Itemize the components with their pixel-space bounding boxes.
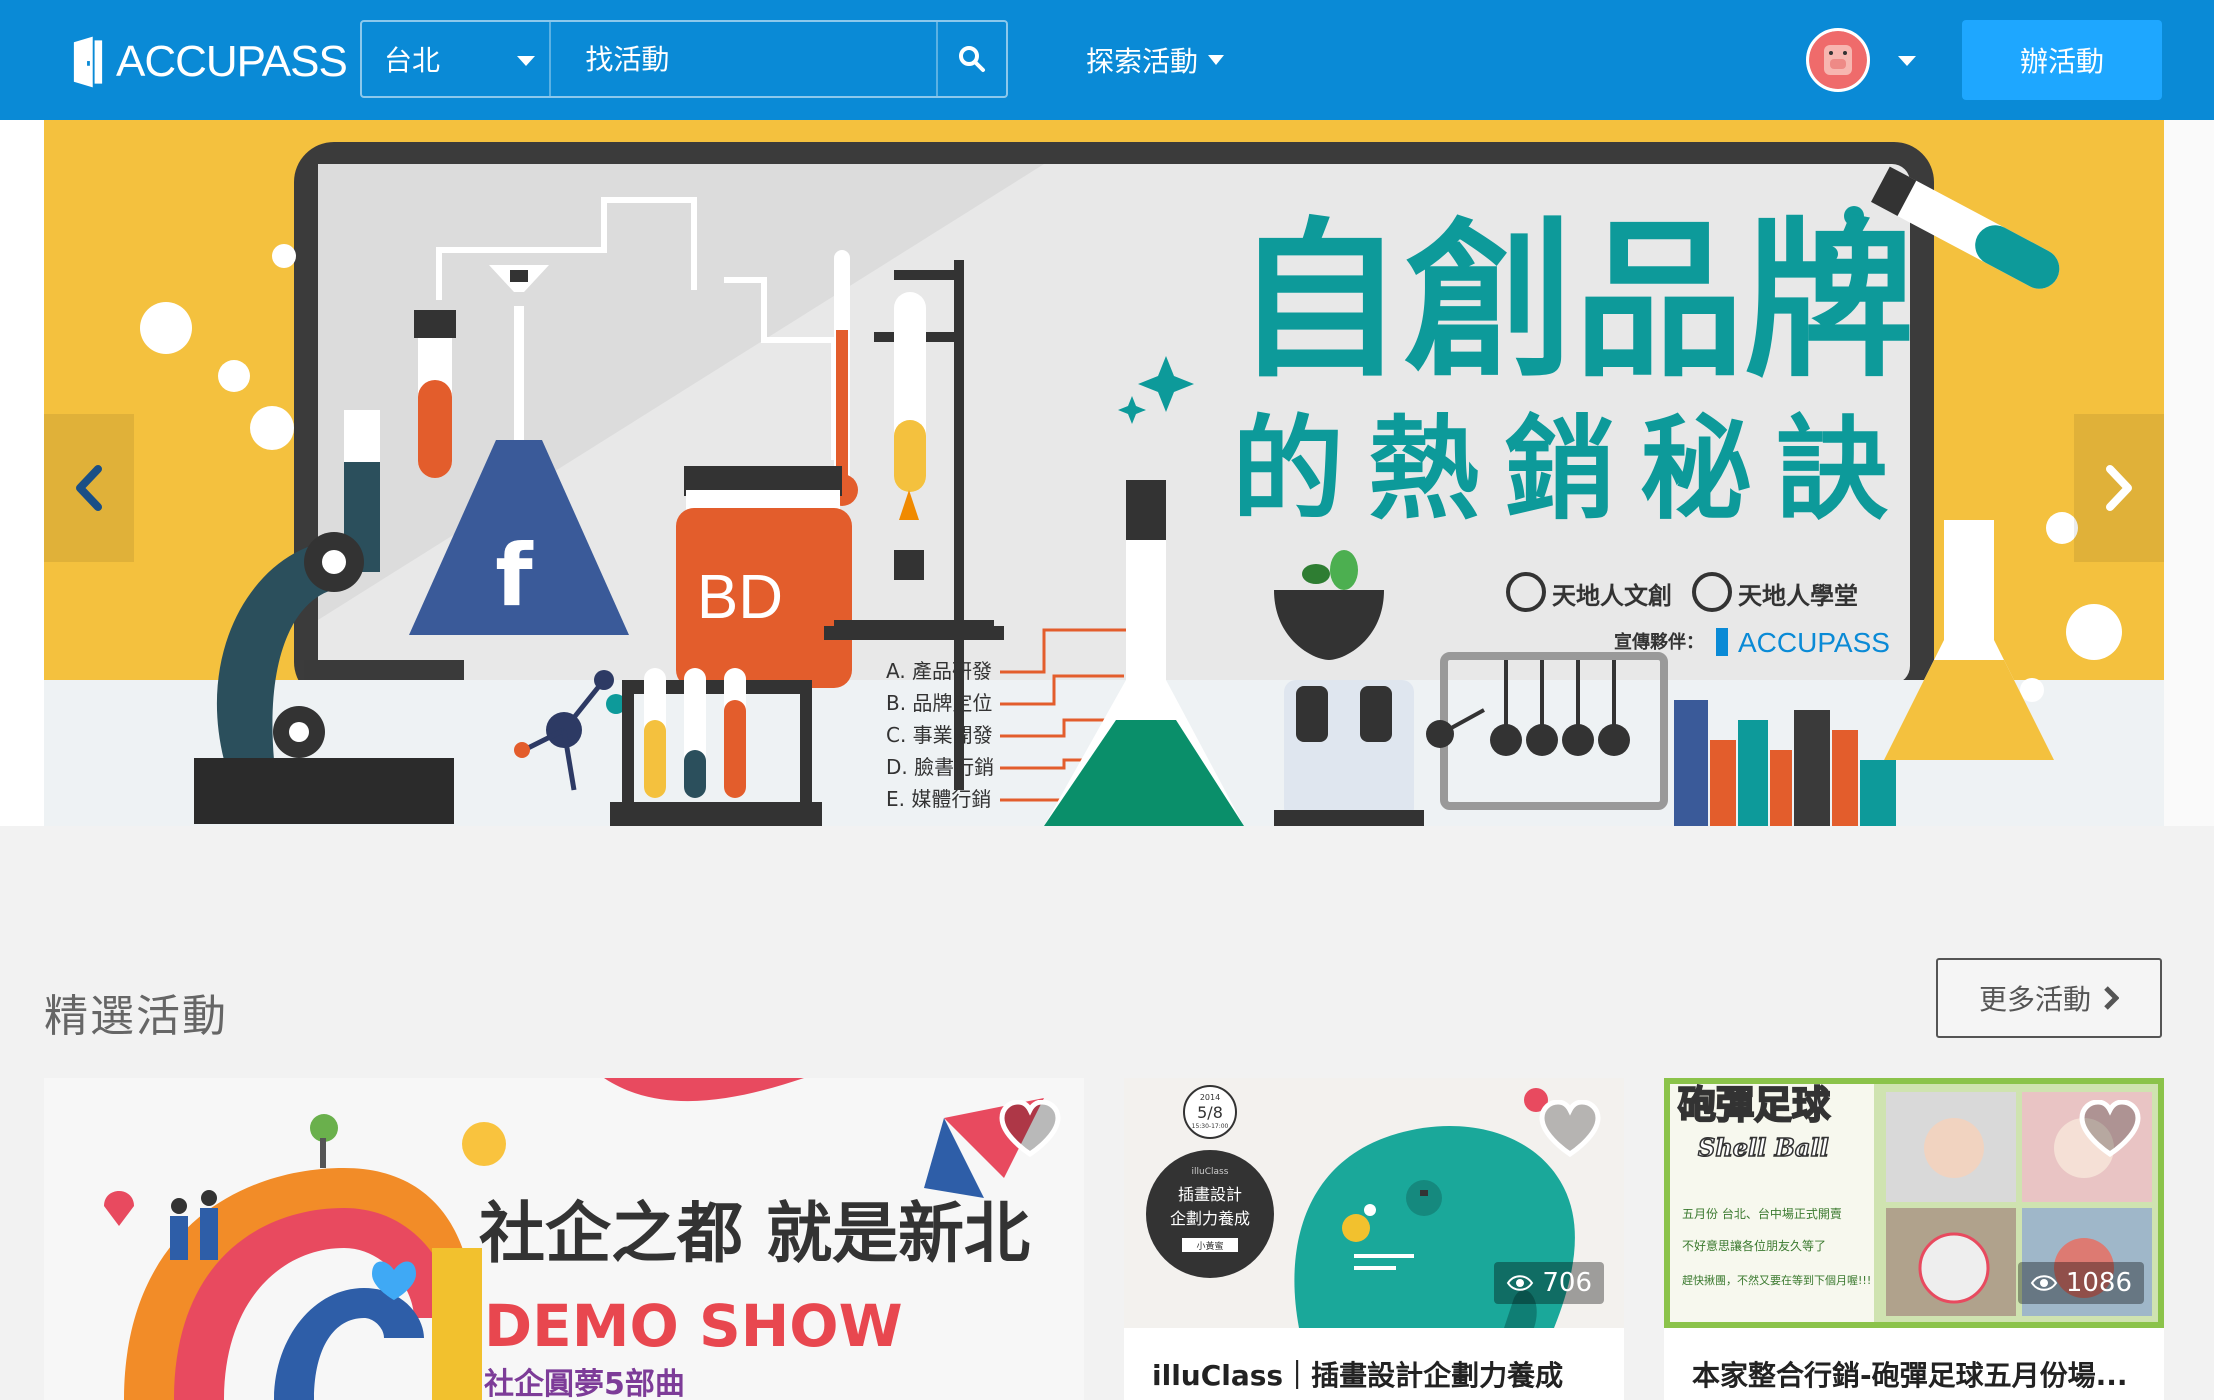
- accupass-logo[interactable]: ACCUPASS: [72, 34, 348, 90]
- checklist-item: C. 事業開發: [886, 723, 993, 747]
- user-avatar[interactable]: [1806, 28, 1870, 92]
- card-image-caption: 社企圓夢5部曲: [484, 1367, 685, 1400]
- favorite-heart-icon[interactable]: [2078, 1100, 2142, 1160]
- card-image-headline: 社企之都 就是新北: [479, 1195, 1030, 1272]
- card-image-title: 砲彈足球: [1678, 1083, 1831, 1127]
- event-card[interactable]: 砲彈足球 Shell Ball 五月份 台北、台中場正式開賣 不好意思讓各位朋友…: [1664, 1078, 2164, 1400]
- card-image-text: 小黃蜜: [1196, 1240, 1223, 1252]
- checklist-item: B. 品牌定位: [886, 691, 992, 715]
- checklist-item: E. 媒體行銷: [886, 787, 991, 811]
- partner-label: 宣傳夥伴：: [1614, 631, 1704, 653]
- eye-icon: [1507, 1275, 1534, 1291]
- search-button[interactable]: [936, 22, 1006, 96]
- favorite-heart-icon[interactable]: [998, 1100, 1062, 1160]
- banner-prev-slide-peek: [0, 120, 44, 826]
- search-input[interactable]: [551, 22, 937, 96]
- card-image-time: 15:30-17:00: [1192, 1123, 1229, 1130]
- checklist-item: A. 產品研發: [886, 659, 992, 683]
- more-events-button[interactable]: 更多活動: [1936, 958, 2162, 1038]
- chevron-right-icon: [2106, 465, 2132, 511]
- explore-menu[interactable]: 探索活動: [1086, 40, 1225, 80]
- checklist-item: D. 臉書行銷: [886, 755, 994, 779]
- banner-headline-line1: 自創品牌: [1234, 203, 1914, 401]
- card-image-text: 企劃力養成: [1170, 1209, 1250, 1228]
- user-menu-chevron-icon[interactable]: [1898, 56, 1916, 66]
- partner-name: ACCUPASS: [1738, 627, 1890, 658]
- card-image-date: 5/8: [1197, 1103, 1223, 1122]
- chevron-down-icon: [517, 56, 536, 66]
- city-select[interactable]: 台北: [362, 22, 552, 96]
- view-count-badge: 1086: [2017, 1262, 2144, 1304]
- event-card-title[interactable]: illuClass｜插畫設計企劃力養成: [1152, 1354, 1563, 1394]
- event-card-image: 社企之都 就是新北 DEMO SHOW 社企圓夢5部曲: [44, 1078, 1084, 1400]
- banner-next-slide-peek: [2164, 120, 2214, 826]
- card-image-text: 插畫設計: [1178, 1185, 1242, 1204]
- featured-section-title: 精選活動: [44, 991, 228, 1042]
- pig-avatar-icon: [1809, 31, 1867, 89]
- banner-next-button[interactable]: [2074, 414, 2164, 562]
- chevron-right-icon: [2104, 986, 2119, 1010]
- view-count-badge: 706: [1494, 1262, 1604, 1304]
- svg-text:f: f: [495, 526, 534, 626]
- card-image-line: 趕快揪團，不然又要在等到下個月喔!!!: [1682, 1273, 1871, 1287]
- city-select-value: 台北: [384, 44, 441, 77]
- org-name: 天地人學堂: [1738, 581, 1858, 610]
- view-count: 706: [1542, 1268, 1592, 1298]
- hero-banner[interactable]: f BD A. 產品研發 B. 品牌定位 C. 事業開發 D. 臉書行銷 E. …: [44, 120, 2164, 826]
- card-image-subtitle: Shell Ball: [1698, 1133, 1829, 1162]
- logo-text: ACCUPASS: [116, 37, 348, 86]
- event-card-title[interactable]: 本家整合行銷-砲彈足球五月份場...: [1692, 1354, 2128, 1394]
- host-event-button[interactable]: 辦活動: [1962, 20, 2162, 100]
- door-logo-icon: [73, 36, 103, 88]
- chevron-left-icon: [76, 465, 102, 511]
- banner-prev-button[interactable]: [44, 414, 134, 562]
- search-bar: 台北: [360, 20, 1008, 98]
- card-image-date-year: 2014: [1200, 1093, 1220, 1102]
- eye-icon: [2030, 1275, 2058, 1291]
- bd-jar-label: BD: [697, 563, 783, 632]
- explore-label: 探索活動: [1086, 45, 1199, 78]
- more-events-label: 更多活動: [1978, 983, 2091, 1016]
- card-image-line: 不好意思讓各位朋友久等了: [1682, 1238, 1826, 1253]
- favorite-heart-icon[interactable]: [1538, 1100, 1602, 1160]
- banner-headline-line2: 的熱銷秘訣: [1232, 405, 1912, 535]
- search-icon: [959, 46, 986, 72]
- top-navbar: ACCUPASS 台北 探索活動 辦活動: [0, 0, 2214, 120]
- view-count: 1086: [2065, 1268, 2132, 1298]
- chevron-down-icon: [1208, 55, 1225, 65]
- event-card[interactable]: 2014 5/8 15:30-17:00 illuClass 插畫設計 企劃力養…: [1124, 1078, 1624, 1400]
- card-image-brand: illuClass: [1192, 1167, 1229, 1177]
- card-image-subheadline: DEMO SHOW: [484, 1292, 903, 1360]
- event-card[interactable]: 社企之都 就是新北 DEMO SHOW 社企圓夢5部曲: [44, 1078, 1084, 1400]
- card-image-line: 五月份 台北、台中場正式開賣: [1682, 1206, 1842, 1221]
- org-name: 天地人文創: [1552, 581, 1672, 610]
- banner-illustration: f BD A. 產品研發 B. 品牌定位 C. 事業開發 D. 臉書行銷 E. …: [44, 142, 2164, 826]
